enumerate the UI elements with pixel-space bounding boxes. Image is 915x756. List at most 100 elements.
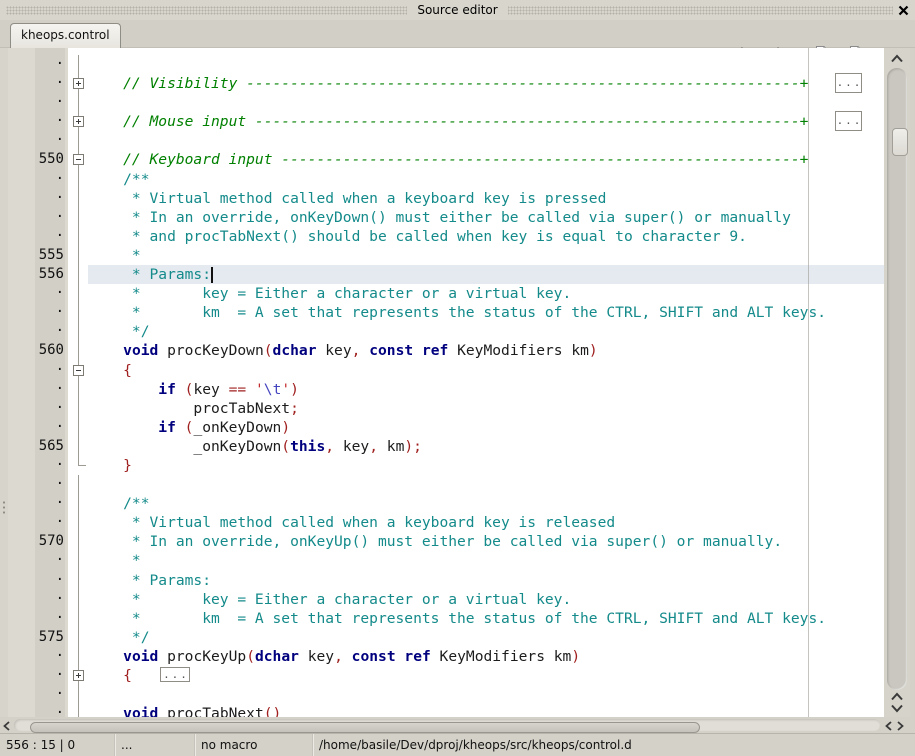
code-line[interactable]: · * bbox=[8, 551, 884, 570]
code-line[interactable]: 565 _onKeyDown(this, key, km); bbox=[8, 437, 884, 456]
vertical-scroll-track[interactable] bbox=[887, 68, 907, 690]
code-line[interactable]: · * In an override, onKeyDown() must eit… bbox=[8, 208, 884, 227]
code-text[interactable]: void procKeyUp(dchar key, const ref KeyM… bbox=[88, 647, 884, 666]
code-text[interactable]: _onKeyDown(this, key, km); bbox=[88, 437, 884, 456]
folded-code-box[interactable]: ... bbox=[835, 111, 862, 131]
fold-expand-icon[interactable] bbox=[73, 78, 84, 89]
code-text[interactable]: * In an override, onKeyUp() must either … bbox=[88, 532, 884, 551]
code-line[interactable]: 560 void procKeyDown(dchar key, const re… bbox=[8, 341, 884, 360]
code-line[interactable]: · * and procTabNext() should be called w… bbox=[8, 227, 884, 246]
code-text[interactable]: */ bbox=[88, 628, 884, 647]
code-text[interactable]: // Mouse input -------------------------… bbox=[88, 112, 884, 131]
code-editor[interactable]: ·· // Visibility -----------------------… bbox=[8, 48, 884, 717]
code-text[interactable]: * Params: bbox=[88, 571, 884, 590]
code-line[interactable]: · // Visibility ------------------------… bbox=[8, 74, 884, 93]
scroll-down-icon[interactable] bbox=[890, 704, 904, 713]
horizontal-scrollbar[interactable] bbox=[0, 717, 915, 733]
code-line[interactable]: · if (key == '\t') bbox=[8, 380, 884, 399]
scroll-up-secondary-icon[interactable] bbox=[890, 692, 904, 701]
code-line[interactable]: · void procTabNext() bbox=[8, 704, 884, 717]
folded-code-box[interactable]: ... bbox=[160, 667, 190, 682]
code-line[interactable]: · void procKeyUp(dchar key, const ref Ke… bbox=[8, 647, 884, 666]
code-text[interactable]: * key = Either a character or a virtual … bbox=[88, 590, 884, 609]
code-line[interactable]: · bbox=[8, 475, 884, 494]
code-text[interactable]: void procTabNext() bbox=[88, 704, 884, 717]
code-text[interactable]: procTabNext; bbox=[88, 399, 884, 418]
code-text[interactable]: if (_onKeyDown) bbox=[88, 418, 884, 437]
code-line[interactable]: 570 * In an override, onKeyUp() must eit… bbox=[8, 532, 884, 551]
dock-splitter[interactable] bbox=[0, 48, 8, 717]
code-line[interactable]: 575 */ bbox=[8, 628, 884, 647]
code-line[interactable]: · */ bbox=[8, 322, 884, 341]
code-line[interactable]: · * Virtual method called when a keyboar… bbox=[8, 513, 884, 532]
fold-collapse-icon[interactable] bbox=[73, 154, 84, 165]
code-text[interactable]: void procKeyDown(dchar key, const ref Ke… bbox=[88, 341, 884, 360]
fold-margin[interactable] bbox=[68, 150, 88, 169]
code-line[interactable]: 555 * bbox=[8, 246, 884, 265]
fold-expand-icon[interactable] bbox=[73, 116, 84, 127]
scroll-left-icon[interactable] bbox=[2, 720, 11, 732]
code-text[interactable]: * Params: bbox=[88, 265, 884, 284]
code-line[interactable]: · } bbox=[8, 456, 884, 475]
code-line[interactable]: · * key = Either a character or a virtua… bbox=[8, 590, 884, 609]
fold-margin[interactable] bbox=[68, 112, 88, 131]
fold-collapse-icon[interactable] bbox=[73, 365, 84, 376]
code-text[interactable]: * and procTabNext() should be called whe… bbox=[88, 227, 884, 246]
code-text[interactable]: * key = Either a character or a virtual … bbox=[88, 284, 884, 303]
code-line[interactable]: 550 // Keyboard input ------------------… bbox=[8, 150, 884, 169]
code-line[interactable]: · { bbox=[8, 361, 884, 380]
code-text[interactable]: // Visibility --------------------------… bbox=[88, 74, 884, 93]
code-text[interactable]: } bbox=[88, 456, 884, 475]
code-line[interactable]: · bbox=[8, 131, 884, 150]
code-text[interactable]: * Virtual method called when a keyboard … bbox=[88, 189, 884, 208]
fold-margin[interactable] bbox=[68, 666, 88, 685]
code-line[interactable]: · /** bbox=[8, 494, 884, 513]
code-line[interactable]: · * km = A set that represents the statu… bbox=[8, 609, 884, 628]
code-line[interactable]: · // Mouse input -----------------------… bbox=[8, 112, 884, 131]
code-text[interactable]: { bbox=[88, 361, 884, 380]
horizontal-scroll-thumb[interactable] bbox=[30, 722, 700, 733]
code-text[interactable] bbox=[88, 475, 884, 494]
vertical-scroll-thumb[interactable] bbox=[892, 128, 908, 156]
code-text[interactable]: * Virtual method called when a keyboard … bbox=[88, 513, 884, 532]
code-line-current[interactable]: 556 * Params: bbox=[8, 265, 884, 284]
code-text[interactable]: /** bbox=[88, 170, 884, 189]
code-text[interactable]: * bbox=[88, 551, 884, 570]
code-line[interactable]: · * km = A set that represents the statu… bbox=[8, 303, 884, 322]
code-text[interactable]: // Keyboard input ----------------------… bbox=[88, 150, 884, 169]
code-text[interactable]: * bbox=[88, 246, 884, 265]
scroll-up-icon[interactable] bbox=[890, 54, 904, 63]
code-text[interactable] bbox=[88, 93, 884, 112]
code-text[interactable]: { bbox=[88, 666, 884, 685]
scroll-left-secondary-icon[interactable] bbox=[884, 720, 893, 732]
code-line[interactable]: · bbox=[8, 685, 884, 704]
code-line[interactable]: · bbox=[8, 55, 884, 74]
code-line[interactable]: · bbox=[8, 93, 884, 112]
code-line[interactable]: · if (_onKeyDown) bbox=[8, 418, 884, 437]
code-text[interactable]: */ bbox=[88, 322, 884, 341]
horizontal-scroll-track[interactable] bbox=[14, 719, 880, 731]
code-line[interactable]: · /** bbox=[8, 170, 884, 189]
code-text[interactable]: * In an override, onKeyDown() must eithe… bbox=[88, 208, 884, 227]
code-text[interactable]: if (key == '\t') bbox=[88, 380, 884, 399]
fold-margin[interactable] bbox=[68, 361, 88, 380]
code-line[interactable]: · {... bbox=[8, 666, 884, 685]
vertical-scrollbar[interactable] bbox=[884, 48, 910, 717]
fold-expand-icon[interactable] bbox=[73, 670, 84, 681]
tab-kheops-control[interactable]: kheops.control bbox=[10, 23, 121, 48]
code-text[interactable]: * km = A set that represents the status … bbox=[88, 303, 884, 322]
fold-margin[interactable] bbox=[68, 74, 88, 93]
code-line[interactable]: · * Params: bbox=[8, 571, 884, 590]
code-text[interactable] bbox=[88, 55, 884, 74]
folded-code-box[interactable]: ... bbox=[835, 73, 862, 93]
window-titlebar[interactable]: Source editor bbox=[0, 0, 915, 20]
code-text[interactable]: /** bbox=[88, 494, 884, 513]
scroll-right-icon[interactable] bbox=[896, 720, 905, 732]
code-line[interactable]: · procTabNext; bbox=[8, 399, 884, 418]
code-line[interactable]: · * Virtual method called when a keyboar… bbox=[8, 189, 884, 208]
close-icon[interactable] bbox=[897, 4, 910, 17]
code-text[interactable] bbox=[88, 685, 884, 704]
code-text[interactable]: * km = A set that represents the status … bbox=[88, 609, 884, 628]
code-text[interactable] bbox=[88, 131, 884, 150]
code-line[interactable]: · * key = Either a character or a virtua… bbox=[8, 284, 884, 303]
